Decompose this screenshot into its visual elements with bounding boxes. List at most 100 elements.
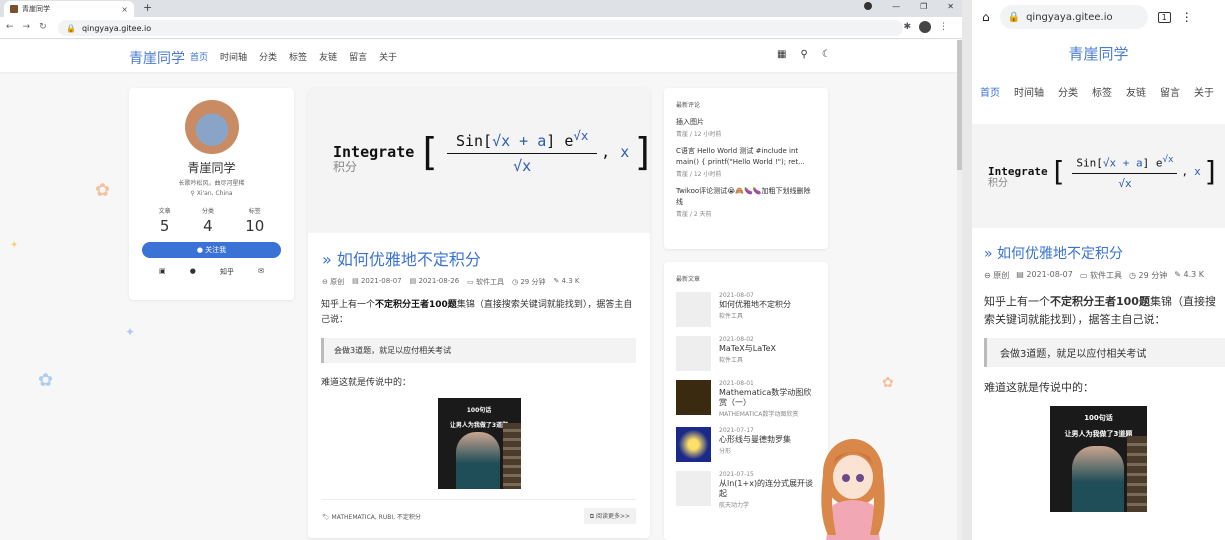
mobile-post-quote: 会做3道题，就足以应付相关考试 [984, 338, 1225, 367]
menu-tags[interactable]: 标签 [289, 50, 307, 63]
window-controls: — ❐ ✕ [864, 2, 954, 11]
menu-categories[interactable]: 分类 [259, 50, 277, 63]
comment-meta: 青崖 / 12 小时前 [676, 131, 722, 138]
meta-created: ▤ 2021-08-07 [352, 277, 402, 285]
recent-title: Mathematica数学动图欣赏（一） [719, 388, 812, 407]
mobile-menu-guestbook[interactable]: 留言 [1160, 84, 1180, 99]
profile-avatar-icon[interactable] [919, 21, 931, 33]
csdn-icon[interactable]: ▣ [159, 267, 166, 277]
mobile-post-cover[interactable]: Integrate [ Sin[√x + a] e√x √x , x ] 积分 [972, 124, 1225, 228]
extensions-puzzle-icon[interactable]: ✱ [903, 22, 911, 32]
recent-date: 2021-07-17 [719, 427, 754, 434]
menu-home[interactable]: 首页 [190, 50, 208, 63]
comment-item[interactable]: C语言 Hello World 测试 #include int main() {… [676, 146, 816, 178]
mobile-url-box[interactable]: 🔒 qingyaya.gitee.io [999, 5, 1148, 29]
new-tab-button[interactable]: + [143, 1, 152, 14]
mobile-menu-icon[interactable]: ⋮ [1181, 10, 1193, 24]
url-text: qingyaya.gitee.io [81, 23, 152, 33]
record-icon[interactable] [864, 2, 873, 10]
zhihu-link[interactable]: 知乎 [220, 267, 234, 277]
recent-posts-card: 最新文章 2021-08-07 如何优雅地不定积分 软件工具 2021-08-02 M… [664, 262, 828, 540]
post-tags[interactable]: 🏷 MATHEMATICA, RUBI, 不定积分 [322, 512, 421, 521]
recent-post-item[interactable]: 2021-08-02 MaTeX与LaTeX 软件工具 [676, 336, 818, 371]
post-thumbnail [676, 380, 711, 415]
search-icon[interactable]: ⚲ [800, 49, 807, 60]
meme-image: 100句话 让男人为我做了3道题 [437, 398, 521, 489]
post-quote: 会做3道题，就足以应付相关考试 [321, 338, 636, 363]
read-more-button[interactable]: ⧉ 阅读更多>> [583, 508, 636, 524]
recent-post-item[interactable]: 2021-07-15 从ln(1+x)的连分式展开谈起 航天动力学 [676, 471, 818, 509]
follow-button[interactable]: ● 关注我 [142, 242, 281, 258]
close-tab-icon[interactable]: × [121, 5, 128, 14]
site-menu: 首页 时间轴 分类 标签 友链 留言 关于 [190, 50, 397, 63]
post-thumbnail [676, 336, 711, 371]
reload-icon[interactable]: ↻ [39, 22, 47, 32]
menu-friends[interactable]: 友链 [319, 50, 337, 63]
recent-title: MaTeX与LaTeX [719, 344, 777, 353]
meta-type: ⊖ 原创 [322, 278, 345, 286]
formula-bracket-close: ] [632, 130, 650, 174]
desktop-browser-window: 青崖同学 × + — ❐ ✕ ← → ↻ 🔒 qingyaya.gitee.io… [0, 0, 962, 540]
meta-words: ✎ 4.3 K [553, 277, 580, 285]
stat-tags[interactable]: 标签 10 [245, 206, 264, 235]
mobile-menu-timeline[interactable]: 时间轴 [1014, 84, 1044, 99]
home-icon[interactable]: ⌂ [982, 10, 990, 24]
maximize-icon[interactable]: ❐ [920, 2, 927, 11]
close-window-icon[interactable]: ✕ [947, 2, 954, 11]
post-cover[interactable]: Integrate [ Sin[√x + a] e√x √x , x ] 积分 [308, 88, 650, 233]
mobile-meme-image: 100句话 让男人为我做了3道题 [1050, 406, 1147, 512]
double-chevron-icon: » [322, 250, 332, 269]
stat-categories[interactable]: 分类 4 [202, 206, 214, 235]
mobile-menu-categories[interactable]: 分类 [1058, 84, 1078, 99]
comment-item[interactable]: Twikoo评论测试😭🙈🍆🍆加粗下划线删除线 青崖 / 2 天前 [676, 186, 816, 218]
wechat-icon[interactable]: ● [190, 267, 196, 277]
recent-category: 航天动力学 [719, 502, 750, 509]
post-title[interactable]: » 如何优雅地不定积分 [322, 246, 650, 270]
minimize-icon[interactable]: — [892, 2, 900, 11]
comment-text: Twikoo评论测试😭🙈🍆🍆加粗下划线删除线 [676, 187, 811, 206]
mobile-menu-about[interactable]: 关于 [1194, 84, 1214, 99]
menu-about[interactable]: 关于 [379, 50, 397, 63]
avatar[interactable] [184, 100, 239, 154]
mobile-menu-tags[interactable]: 标签 [1092, 84, 1112, 99]
browser-menu-icon[interactable]: ⋮ [939, 22, 948, 32]
tab-count-icon[interactable]: 1 [1157, 11, 1171, 23]
mobile-menu-home[interactable]: 首页 [980, 84, 1000, 99]
lock-icon: 🔒 [1007, 11, 1021, 23]
browser-tab[interactable]: 青崖同学 × [4, 1, 134, 17]
tab-title: 青崖同学 [22, 5, 50, 13]
recent-category: 分形 [719, 448, 732, 455]
mobile-site-logo[interactable]: 青崖同学 [972, 43, 1225, 64]
post-thumbnail [676, 427, 711, 462]
post-excerpt: 知乎上有一个不定积分王者100题集锦（直接搜索关键词就能找到），据答主自己说： [321, 300, 633, 325]
recent-post-item[interactable]: 2021-08-01 Mathematica数学动图欣赏（一） MATHEMATIC… [676, 380, 818, 418]
extension-area: ✱ ⋮ [903, 21, 948, 33]
menu-guestbook[interactable]: 留言 [349, 50, 367, 63]
profile-stats: 文章 5 分类 4 标签 10 [143, 206, 280, 235]
follow-label: 关注我 [205, 246, 227, 254]
back-icon[interactable]: ← [6, 22, 14, 32]
mobile-address-bar: ⌂ 🔒 qingyaya.gitee.io 1 ⋮ [972, 0, 1225, 34]
location-text: Xi'an, China [196, 190, 233, 197]
decor-star-icon: ✦ [10, 240, 19, 251]
recent-post-item[interactable]: 2021-07-17 心形线与曼德勃罗集 分形 [676, 427, 818, 462]
meta-category[interactable]: ▭ 软件工具 [467, 277, 504, 287]
recent-post-item[interactable]: 2021-08-07 如何优雅地不定积分 软件工具 [676, 292, 818, 327]
recent-date: 2021-08-07 [719, 292, 754, 299]
site-logo[interactable]: 青崖同学 [129, 48, 185, 68]
mail-icon[interactable]: ✉ [258, 267, 264, 277]
menu-timeline[interactable]: 时间轴 [220, 50, 247, 63]
stat-posts[interactable]: 文章 5 [159, 206, 171, 235]
dark-mode-icon[interactable]: ☾ [822, 49, 831, 60]
location-pin-icon: ⚲ [190, 190, 195, 197]
live2d-mascot[interactable] [808, 435, 898, 540]
address-bar[interactable]: 🔒 qingyaya.gitee.io [58, 20, 903, 36]
map-icon[interactable]: ▦ [777, 49, 786, 60]
forward-icon[interactable]: → [23, 22, 31, 32]
mobile-post-title[interactable]: » 如何优雅地不定积分 [984, 243, 1225, 263]
mobile-url-text: qingyaya.gitee.io [1026, 11, 1113, 23]
comment-text: 插入图片 [676, 118, 704, 126]
comment-item[interactable]: 插入图片 青崖 / 12 小时前 [676, 117, 816, 138]
mobile-menu-friends[interactable]: 友链 [1126, 84, 1146, 99]
decor-flower-icon: ✿ [38, 370, 54, 391]
